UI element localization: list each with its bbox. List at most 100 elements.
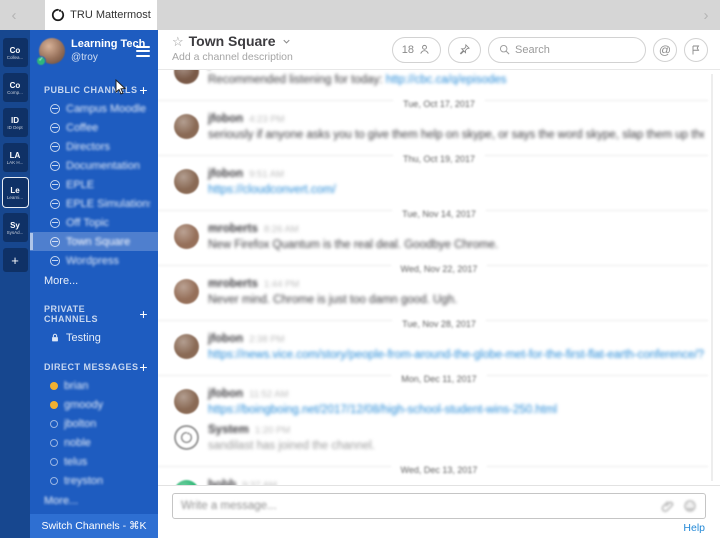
team-tile[interactable]: ID ID Dept	[2, 108, 28, 137]
favorite-star-icon[interactable]: ☆	[172, 34, 184, 49]
message-author[interactable]: bobb	[208, 478, 236, 485]
dm-item[interactable]: brian	[30, 376, 158, 395]
channel-item[interactable]: Town Square	[30, 232, 158, 251]
add-team-button[interactable]: +	[2, 248, 28, 272]
switch-channels-button[interactable]: Switch Channels - ⌘K	[30, 514, 158, 538]
channel-item[interactable]: EPLE	[30, 175, 158, 194]
dm-name: jbolton	[64, 417, 97, 430]
message-author[interactable]: jfobon	[208, 70, 243, 71]
channel-item[interactable]: EPLE Simulations	[30, 194, 158, 213]
sidebar-channel-scroll[interactable]: PUBLIC CHANNELS + Campus Moodle Suppo...…	[30, 72, 158, 514]
dm-item[interactable]: telus	[30, 452, 158, 471]
message-list[interactable]: jfobon3:10 PMRecommended listening for t…	[158, 70, 720, 485]
team-tile[interactable]: Co Comp...	[2, 73, 28, 102]
team-tile[interactable]: LA LAK H...	[2, 143, 28, 172]
more-public-channels-link[interactable]: More...	[30, 270, 158, 291]
message-header: System 1:20 PM	[208, 423, 704, 438]
sidebar-header[interactable]: ✓ Learning Tech @troy	[30, 30, 158, 72]
date-divider: Tue, Oct 17, 2017	[158, 94, 720, 109]
team-tile[interactable]: Co Collea...	[2, 38, 28, 67]
message-link[interactable]: https://boingboing.net/2017/12/08/high-s…	[208, 404, 557, 416]
channel-description-placeholder[interactable]: Add a channel description	[172, 50, 293, 65]
at-icon: @	[658, 42, 672, 57]
message-author[interactable]: jfobon	[208, 167, 243, 181]
message[interactable]: mroberts 1:44 PM Never mind. Chrome is jus…	[158, 274, 720, 310]
dm-name: treyston	[64, 474, 104, 487]
dm-item[interactable]: noble	[30, 433, 158, 452]
message-author[interactable]: jfobon	[208, 332, 243, 346]
message-link[interactable]: https://cloudconvert.com/	[208, 184, 336, 196]
back-chevron-icon[interactable]: ‹	[0, 0, 28, 30]
team-initials: LA	[9, 150, 21, 160]
offline-status-icon	[50, 457, 58, 466]
channel-item[interactable]: Off Topic	[30, 213, 158, 232]
date-divider: Thu, Oct 19, 2017	[158, 149, 720, 164]
channel-menu-chevron-icon[interactable]	[281, 36, 292, 47]
message[interactable]: jfobon 11:52 AM https://boingboing.net/201…	[158, 384, 720, 420]
app-tab[interactable]: TRU Mattermost	[45, 0, 157, 30]
content-row: Co Collea... Co Comp... ID ID Dept LA LAK H... L…	[0, 30, 720, 538]
mattermost-app: ‹ TRU Mattermost › Co Collea... Co Comp... I…	[0, 0, 720, 538]
help-link[interactable]: Help	[683, 522, 705, 534]
team-tile[interactable]: Le Learni...	[1, 177, 29, 208]
message[interactable]: System 1:20 PM sandilast has joined the ch…	[158, 420, 720, 456]
message-text-segment: sandilast has joined the channel.	[208, 440, 375, 452]
channel-item[interactable]: Documentation	[30, 156, 158, 175]
channel-title[interactable]: Town Square	[189, 34, 276, 49]
flagged-posts-button[interactable]	[684, 37, 708, 62]
search-box[interactable]	[488, 36, 646, 63]
message-avatar	[174, 389, 199, 414]
channel-name: Wordpress	[66, 254, 119, 267]
message-avatar	[174, 334, 199, 359]
message-text: Recommended listening for today: http://…	[208, 73, 704, 88]
attachment-icon[interactable]	[661, 499, 675, 513]
date-divider: Wed, Dec 13, 2017	[158, 460, 720, 475]
search-input[interactable]	[515, 43, 636, 56]
create-private-channel-button[interactable]: +	[139, 307, 148, 321]
message[interactable]: mroberts 8:26 AM New Firefox Quantum is th…	[158, 219, 720, 255]
channel-item[interactable]: Directors	[30, 137, 158, 156]
channel-name: Town Square	[66, 235, 131, 248]
message[interactable]: jfobon 4:23 PM seriously if anyone asks yo…	[158, 109, 720, 145]
message-avatar	[174, 70, 199, 84]
message-author[interactable]: mroberts	[208, 222, 258, 236]
channel-item[interactable]: Wordpress	[30, 251, 158, 270]
create-direct-message-button[interactable]: +	[139, 360, 148, 374]
online-status-icon: ✓	[36, 56, 46, 66]
message[interactable]: jfobon 2:38 PM https://news.vice.com/story…	[158, 329, 720, 365]
main-menu-icon[interactable]	[136, 43, 150, 60]
forward-chevron-icon[interactable]: ›	[692, 0, 720, 30]
message-author[interactable]: jfobon	[208, 112, 243, 126]
more-direct-messages-link[interactable]: More...	[30, 490, 158, 511]
message-text: New Firefox Quantum is the real deal. Go…	[208, 238, 704, 253]
recent-mentions-button[interactable]: @	[653, 37, 677, 62]
dm-name: gmoody	[64, 398, 104, 411]
message-author[interactable]: mroberts	[208, 277, 258, 291]
public-channels-header: PUBLIC CHANNELS +	[30, 80, 158, 99]
message-link[interactable]: https://news.vice.com/story/people-from-…	[208, 349, 704, 361]
message-text-segment: New Firefox Quantum is the real deal. Go…	[208, 239, 499, 251]
emoji-icon[interactable]	[683, 499, 697, 513]
message-author[interactable]: System	[208, 423, 249, 437]
message-input[interactable]: Write a message...	[172, 493, 706, 519]
date-divider-label: Mon, Dec 11, 2017	[391, 374, 487, 384]
channel-item[interactable]: Coffee	[30, 118, 158, 137]
message-timestamp: 2:38 PM	[249, 334, 285, 345]
dm-item[interactable]: jbolton	[30, 414, 158, 433]
private-channel-item[interactable]: Testing	[30, 328, 158, 347]
dm-item[interactable]: treyston	[30, 471, 158, 490]
message-link[interactable]: http://cbc.ca/q/episodes	[386, 74, 507, 86]
channel-item[interactable]: Campus Moodle Suppo...	[30, 99, 158, 118]
message-avatar	[174, 224, 199, 249]
message[interactable]: jfobon 9:51 AM https://cloudconvert.com/	[158, 164, 720, 200]
channel-header-info: ☆ Town Square Add a channel description	[172, 34, 293, 65]
team-tile[interactable]: Sy SysAd...	[2, 213, 28, 242]
channel-header-actions: 18 Search @	[391, 36, 708, 63]
message[interactable]: jfobon3:10 PMRecommended listening for t…	[158, 70, 720, 90]
dm-item[interactable]: gmoody	[30, 395, 158, 414]
pinned-posts-button[interactable]	[448, 36, 481, 63]
create-public-channel-button[interactable]: +	[139, 83, 148, 97]
message[interactable]: bobb9:37 AMif any one is looking for a g…	[158, 475, 720, 485]
message-author[interactable]: jfobon	[208, 387, 243, 401]
member-count-button[interactable]: 18	[391, 36, 441, 63]
